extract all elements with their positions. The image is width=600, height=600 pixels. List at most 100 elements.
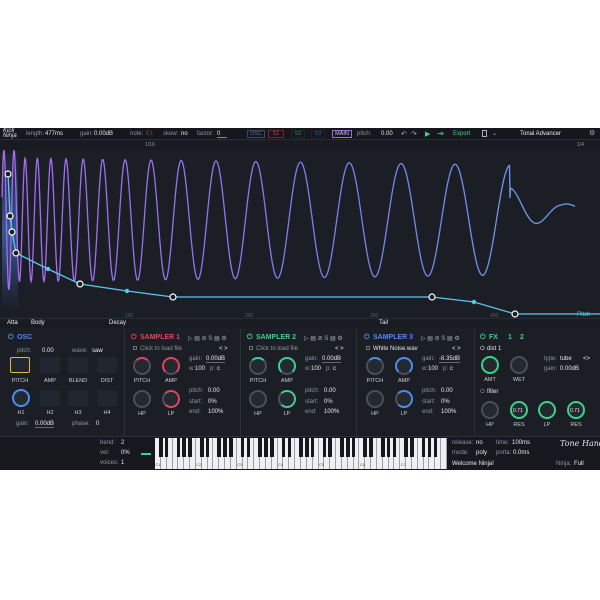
black-key[interactable] [176, 438, 181, 457]
fx-tab-2[interactable]: 2 [520, 334, 524, 341]
sampler1-end-value[interactable]: 100% [208, 409, 223, 415]
sampler1-pitch-knob[interactable] [133, 357, 151, 375]
black-key[interactable] [287, 438, 292, 457]
black-key[interactable] [199, 438, 204, 457]
envelope-node[interactable] [6, 212, 14, 220]
sampler2-transport-icons[interactable]: ▷ ▤ ⊘ S ▤ ⚙ [304, 335, 343, 342]
black-key[interactable] [392, 438, 397, 457]
osc-h3-shape[interactable] [68, 390, 88, 406]
skew-value[interactable]: no [181, 131, 188, 137]
black-key[interactable] [205, 438, 210, 457]
s1-tab-button[interactable]: S1 [268, 130, 284, 138]
black-key[interactable] [246, 438, 251, 457]
fx-amt-knob[interactable] [481, 356, 499, 374]
black-key[interactable] [369, 438, 373, 457]
sampler1-transport-icons[interactable]: ▷ ▤ ⊘ S ▤ ⚙ [188, 335, 227, 342]
envelope-node[interactable] [12, 249, 20, 257]
black-key[interactable] [345, 438, 350, 457]
sampler3-hp-knob[interactable] [366, 390, 384, 408]
sampler2-load-icon[interactable] [249, 346, 253, 350]
white-key[interactable] [441, 438, 447, 469]
sampler3-amp-knob[interactable] [395, 357, 413, 375]
pitch-value[interactable]: 0.00 [381, 131, 393, 137]
env-label-attack[interactable]: Atta [7, 320, 18, 326]
settings-icon[interactable]: ⚙ [589, 129, 595, 137]
factor-value[interactable]: 0 [217, 131, 227, 138]
sampler1-power-icon[interactable]: ⏻ [131, 334, 137, 342]
black-key[interactable] [182, 438, 186, 457]
sampler2-file-name[interactable]: Click to load file [256, 346, 298, 352]
sampler2-hp-knob[interactable] [249, 390, 267, 408]
osc-pitch-knob[interactable] [10, 357, 30, 373]
sampler1-w-value[interactable]: 100 [195, 366, 205, 372]
black-key[interactable] [159, 438, 163, 457]
grid-left[interactable]: 1/16 [145, 142, 155, 148]
fx-tab-1[interactable]: 1 [508, 334, 512, 341]
undo-icon[interactable]: ↶ [401, 130, 407, 138]
sampler2-end-value[interactable]: 100% [324, 409, 339, 415]
env-label-tail[interactable]: Tail [379, 320, 388, 326]
sampler1-file-arrows[interactable]: < > [219, 346, 228, 352]
sampler2-amp-knob[interactable] [278, 357, 296, 375]
envelope-node[interactable] [76, 280, 84, 288]
sampler2-gain-value[interactable]: 0.00dB [322, 356, 342, 363]
black-key[interactable] [427, 438, 432, 457]
osc-pitch-value[interactable]: 0.00 [42, 348, 54, 354]
fx-gain-value[interactable]: 0.00dB [560, 366, 579, 372]
envelope-curve-handle[interactable] [45, 266, 51, 272]
release-value[interactable]: no [476, 440, 483, 446]
sampler2-file-arrows[interactable]: < > [335, 346, 344, 352]
osc-gain-value[interactable]: 0.00dB [35, 421, 55, 428]
black-key[interactable] [310, 438, 315, 457]
sampler2-w-value[interactable]: 100 [311, 366, 321, 372]
main-tab-button[interactable]: MAIN [332, 130, 352, 138]
sampler1-lp-knob[interactable] [162, 390, 180, 408]
black-key[interactable] [223, 438, 227, 457]
pitch-env-label[interactable]: Pitch [577, 312, 590, 318]
black-key[interactable] [240, 438, 245, 457]
black-key[interactable] [410, 438, 414, 457]
sampler1-start-value[interactable]: 0% [208, 399, 217, 405]
sampler1-load-icon[interactable] [133, 346, 137, 350]
sampler3-end-value[interactable]: 100% [441, 409, 456, 415]
voices-value[interactable]: 1 [121, 460, 124, 466]
sampler3-p-value[interactable]: c [450, 366, 453, 372]
sampler1-file-name[interactable]: Click to load file [140, 346, 182, 352]
envelope-curve-handle[interactable] [471, 299, 477, 305]
black-key[interactable] [164, 438, 169, 457]
porta-value[interactable]: 0.0ms [513, 450, 529, 456]
osc-wave-value[interactable]: saw [92, 348, 103, 354]
sampler3-gain-value[interactable]: -8.35dB [439, 356, 461, 363]
black-key[interactable] [264, 438, 268, 457]
grid-right[interactable]: 1/4 [577, 142, 584, 148]
black-key[interactable] [363, 438, 368, 457]
envelope-node[interactable] [511, 310, 519, 318]
length-value[interactable]: 477ms [45, 131, 63, 137]
export-button[interactable]: Export [453, 131, 470, 137]
black-key[interactable] [328, 438, 332, 457]
fx-wet-knob[interactable] [510, 356, 528, 374]
envelope-node[interactable] [428, 293, 436, 301]
osc-dist-knob[interactable] [97, 357, 117, 373]
osc-h1-knob[interactable] [12, 389, 30, 407]
sampler3-load-icon[interactable] [366, 346, 370, 350]
preset-name[interactable]: Tonal Advancer [520, 131, 561, 137]
sampler3-transport-icons[interactable]: ▷ ▤ ⊘ S ▤ ⚙ [421, 335, 460, 342]
black-key[interactable] [322, 438, 327, 457]
sampler2-power-icon[interactable]: ⏻ [247, 334, 253, 342]
sampler2-pitch-value[interactable]: 0.00 [324, 388, 336, 394]
sampler2-pitch-knob[interactable] [249, 357, 267, 375]
vel-value[interactable]: 0% [121, 450, 130, 456]
mode-value[interactable]: poly [476, 450, 487, 456]
envelope-node[interactable] [8, 228, 16, 236]
envelope-node[interactable] [4, 170, 12, 178]
sampler1-gain-value[interactable]: 0.00dB [206, 356, 226, 363]
black-key[interactable] [340, 438, 344, 457]
black-key[interactable] [299, 438, 303, 457]
fx-power-icon[interactable]: ⏻ [480, 334, 486, 342]
black-key[interactable] [258, 438, 262, 457]
sampler3-lp-knob[interactable] [395, 390, 413, 408]
sampler3-w-value[interactable]: 100 [428, 366, 438, 372]
osc-h4-shape[interactable] [97, 390, 117, 406]
black-key[interactable] [270, 438, 274, 457]
